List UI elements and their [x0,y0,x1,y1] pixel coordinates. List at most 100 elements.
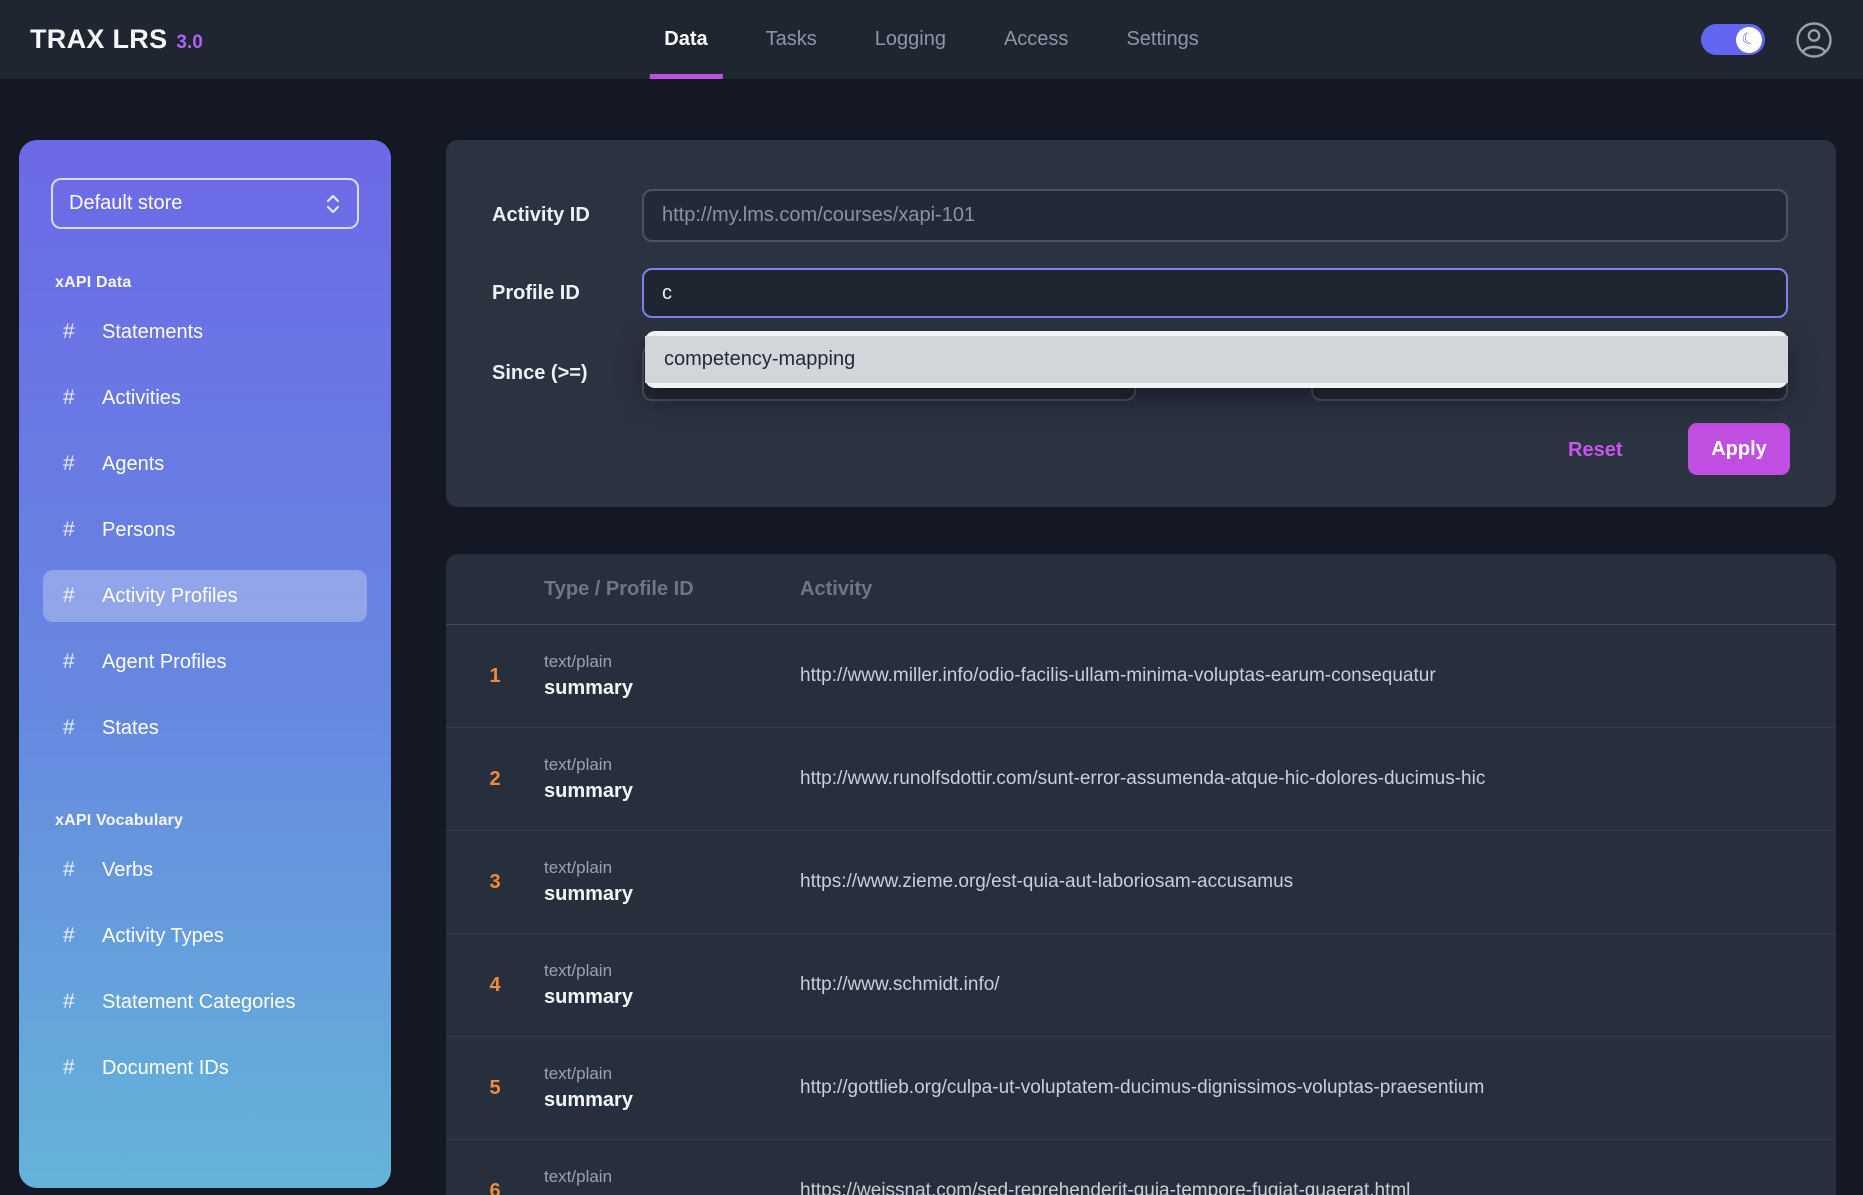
type-profile-cell: text/plain summary [544,1064,800,1112]
tab-access[interactable]: Access [975,0,1097,79]
type-profile-cell: text/plain summary [544,858,800,906]
hash-icon: # [63,924,85,948]
sidebar-item-agents[interactable]: # Agents [43,438,367,490]
tab-tasks[interactable]: Tasks [737,0,846,79]
hash-icon: # [63,518,85,542]
sidebar-item-label: States [102,717,159,740]
content-type: text/plain [544,755,800,775]
content-type: text/plain [544,652,800,672]
sidebar-item-statements[interactable]: # Statements [43,306,367,358]
type-profile-cell: text/plain summary [544,652,800,700]
profile-id-input[interactable] [642,268,1788,318]
top-nav: TRAX LRS 3.0 Data Tasks Logging Access S… [0,0,1863,79]
tab-data[interactable]: Data [635,0,736,79]
activity-url: https://weissnat.com/sed-reprehenderit-q… [800,1180,1836,1195]
sidebar-item-statement-categories[interactable]: # Statement Categories [43,976,367,1028]
sidebar-item-states[interactable]: # States [43,702,367,754]
sidebar-item-document-ids[interactable]: # Document IDs [43,1042,367,1094]
sidebar-item-agent-profiles[interactable]: # Agent Profiles [43,636,367,688]
table-header: Type / Profile ID Activity [446,554,1836,625]
sidebar-item-label: Statements [102,321,203,344]
hash-icon: # [63,858,85,882]
activity-url: http://www.miller.info/odio-facilis-ulla… [800,665,1836,687]
user-avatar-icon[interactable] [1795,21,1833,59]
tab-tasks-label: Tasks [766,28,817,50]
filter-panel: Activity ID Profile ID Since (>=) compet… [446,140,1836,507]
reset-button[interactable]: Reset [1554,434,1636,466]
tab-data-label: Data [664,28,707,50]
results-table: Type / Profile ID Activity 1 text/plain … [446,554,1836,1195]
profile-id-autocomplete-dropdown: competency-mapping [645,331,1788,388]
sidebar-item-activity-types[interactable]: # Activity Types [43,910,367,962]
sidebar-item-label: Activities [102,387,181,410]
main-tabs: Data Tasks Logging Access Settings [635,0,1227,79]
column-type-profile-id: Type / Profile ID [544,578,800,601]
moon-icon: ☾ [1740,30,1759,50]
type-profile-cell: text/plain summary [544,755,800,803]
row-number: 4 [446,974,544,997]
table-row[interactable]: 5 text/plain summary http://gottlieb.org… [446,1037,1836,1140]
sidebar-item-label: Agent Profiles [102,651,227,674]
activity-url: http://www.runolfsdottir.com/sunt-error-… [800,768,1836,790]
hash-icon: # [63,990,85,1014]
row-number: 2 [446,768,544,791]
autocomplete-option-competency-mapping[interactable]: competency-mapping [645,336,1788,383]
sidebar-item-label: Activity Types [102,925,224,948]
sidebar-item-label: Persons [102,519,175,542]
active-tab-underline [649,74,722,79]
app-window: TRAX LRS 3.0 Data Tasks Logging Access S… [0,0,1863,1195]
row-number: 6 [446,1180,544,1195]
profile-id-value: summary [544,883,800,906]
sidebar-item-label: Document IDs [102,1057,229,1080]
sidebar-item-label: Verbs [102,859,153,882]
profile-id-label: Profile ID [492,268,580,318]
column-activity: Activity [800,578,1836,601]
sidebar: Default store xAPI Data # Statements # A… [19,140,391,1188]
activity-id-label: Activity ID [492,189,590,242]
sidebar-item-activities[interactable]: # Activities [43,372,367,424]
hash-icon: # [63,452,85,476]
dark-mode-toggle[interactable]: ☾ [1701,24,1765,55]
table-row[interactable]: 3 text/plain summary https://www.zieme.o… [446,831,1836,934]
table-row[interactable]: 6 text/plain summary https://weissnat.co… [446,1140,1836,1195]
brand-name: TRAX LRS [30,24,167,55]
activity-url: http://www.schmidt.info/ [800,974,1836,996]
brand-version: 3.0 [176,32,202,54]
chevron-updown-icon [325,193,341,215]
tab-logging[interactable]: Logging [846,0,975,79]
toggle-knob: ☾ [1736,27,1762,53]
since-label: Since (>=) [492,345,588,401]
sidebar-item-verbs[interactable]: # Verbs [43,844,367,896]
tab-access-label: Access [1004,28,1068,50]
tab-settings[interactable]: Settings [1097,0,1227,79]
section-title-xapi-vocabulary: xAPI Vocabulary [55,812,367,830]
nav-right-controls: ☾ [1701,21,1833,59]
hash-icon: # [63,650,85,674]
profile-id-value: summary [544,677,800,700]
content-type: text/plain [544,1167,800,1187]
sidebar-item-label: Agents [102,453,164,476]
profile-id-value: summary [544,986,800,1009]
sidebar-item-persons[interactable]: # Persons [43,504,367,556]
hash-icon: # [63,716,85,740]
content-type: text/plain [544,858,800,878]
activity-id-input[interactable] [642,189,1788,242]
type-profile-cell: text/plain summary [544,1167,800,1195]
sidebar-item-label: Activity Profiles [102,585,238,608]
type-profile-cell: text/plain summary [544,961,800,1009]
hash-icon: # [63,386,85,410]
profile-id-value: summary [544,1089,800,1112]
store-selector[interactable]: Default store [51,178,359,229]
content-type: text/plain [544,961,800,981]
hash-icon: # [63,1056,85,1080]
row-number: 1 [446,665,544,688]
tab-logging-label: Logging [875,28,946,50]
table-row[interactable]: 2 text/plain summary http://www.runolfsd… [446,728,1836,831]
brand-logo: TRAX LRS 3.0 [30,24,203,55]
table-row[interactable]: 4 text/plain summary http://www.schmidt.… [446,934,1836,1037]
table-row[interactable]: 1 text/plain summary http://www.miller.i… [446,625,1836,728]
row-number: 5 [446,1077,544,1100]
sidebar-item-activity-profiles[interactable]: # Activity Profiles [43,570,367,622]
hash-icon: # [63,320,85,344]
apply-button[interactable]: Apply [1688,423,1790,475]
